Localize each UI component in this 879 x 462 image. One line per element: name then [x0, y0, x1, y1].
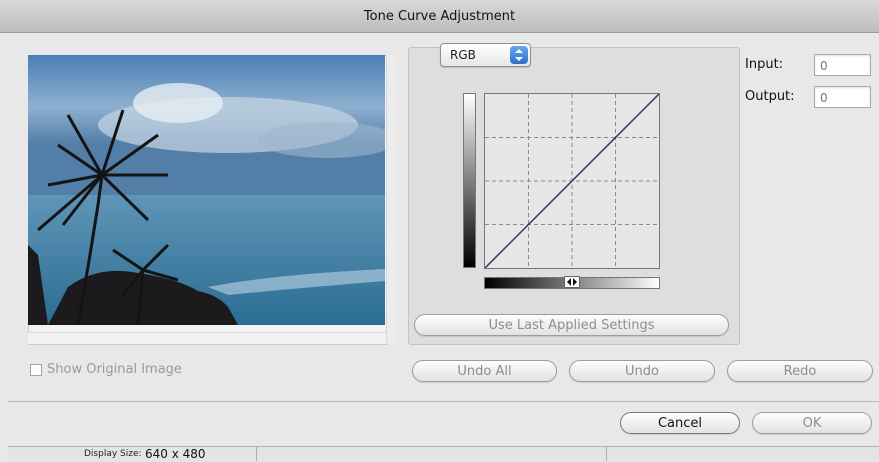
- cancel-label: Cancel: [657, 415, 703, 431]
- input-label: Input:: [745, 57, 784, 72]
- redo-button[interactable]: Redo: [727, 360, 873, 382]
- undo-button[interactable]: Undo: [569, 360, 715, 382]
- up-down-arrows-icon: [510, 46, 528, 64]
- preview-horizontal-scrollbar[interactable]: [28, 332, 386, 344]
- undo-all-label: Undo All: [457, 363, 512, 379]
- output-label: Output:: [745, 89, 795, 104]
- show-original-image-label: Show Original Image: [47, 362, 182, 377]
- ok-button[interactable]: OK: [752, 412, 872, 434]
- slider-handle-icon[interactable]: [564, 276, 580, 288]
- undo-label: Undo: [625, 363, 659, 379]
- output-gradient-bar: [463, 93, 476, 268]
- use-last-applied-settings-label: Use Last Applied Settings: [488, 317, 655, 333]
- show-original-image-checkbox[interactable]: Show Original Image: [30, 362, 182, 377]
- output-field[interactable]: 0: [814, 86, 871, 108]
- status-divider: [606, 446, 607, 461]
- tone-curve-graph[interactable]: [484, 93, 660, 269]
- use-last-applied-settings-button[interactable]: Use Last Applied Settings: [414, 314, 729, 336]
- ok-label: OK: [802, 415, 822, 431]
- separator: [8, 401, 879, 402]
- display-size-label: Display Size:: [84, 449, 142, 459]
- channel-select-value: RGB: [450, 48, 476, 62]
- input-value: 0: [820, 59, 828, 73]
- output-value: 0: [820, 91, 828, 105]
- checkbox-icon[interactable]: [30, 363, 42, 376]
- input-field[interactable]: 0: [814, 54, 871, 76]
- display-size-value: 640 x 480: [145, 447, 206, 461]
- redo-label: Redo: [783, 363, 817, 379]
- channel-select[interactable]: RGB: [440, 43, 531, 67]
- window-titlebar: Tone Curve Adjustment: [0, 0, 879, 33]
- window-title: Tone Curve Adjustment: [363, 8, 516, 24]
- undo-all-button[interactable]: Undo All: [412, 360, 557, 382]
- cancel-button[interactable]: Cancel: [620, 412, 740, 434]
- image-preview: [28, 55, 385, 325]
- status-divider: [256, 446, 257, 461]
- preview-vertical-scrollbar[interactable]: [386, 55, 397, 343]
